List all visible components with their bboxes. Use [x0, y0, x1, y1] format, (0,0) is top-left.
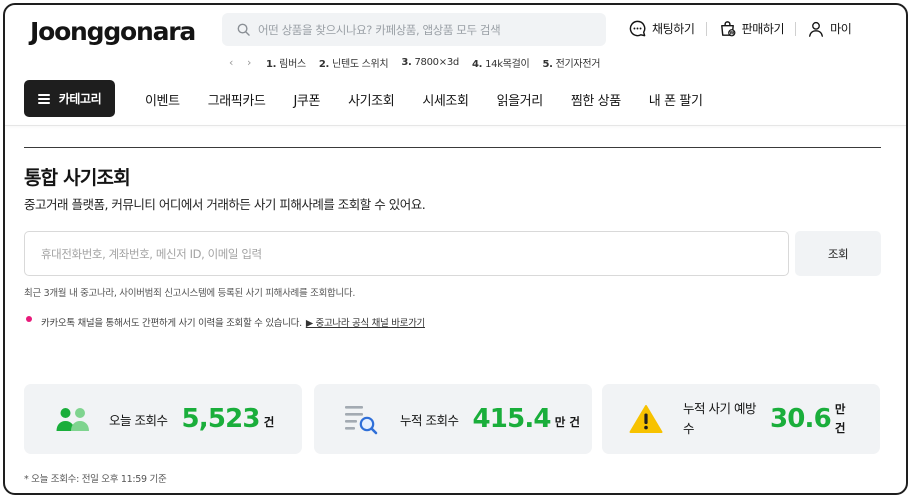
stat-value: 5,523	[181, 404, 260, 434]
stat-value: 30.6	[769, 404, 832, 434]
popular-keyword[interactable]: 5. 전기자전거	[542, 55, 600, 70]
keyword-rank: 1.	[266, 58, 277, 70]
stat-label: 누적 사기 예방 수	[683, 399, 756, 439]
stat-label: 누적 조회수	[400, 412, 459, 428]
stat-value: 415.4	[472, 404, 551, 434]
nav-item-price-check[interactable]: 시세조회	[422, 90, 469, 109]
user-icon	[809, 21, 824, 37]
header-actions: 채팅하기 ₩ 판매하기 마이	[628, 19, 852, 38]
stat-unit-line: 만	[834, 402, 846, 416]
stat-unit: 건	[263, 415, 275, 429]
page-subtitle: 중고거래 플랫폼, 커뮤니티 어디에서 거래하든 사기 피해사례를 조회할 수 …	[24, 197, 426, 212]
chat-icon	[629, 20, 646, 37]
main-nav: 이벤트 그래픽카드 J쿠폰 사기조회 시세조회 읽을거리 찜한 상품 내 폰 팔…	[145, 90, 731, 109]
kakao-channel-link[interactable]: ▶ 중고나라 공식 채널 바로가기	[306, 315, 425, 329]
my-label: 마이	[830, 22, 852, 36]
popular-keyword[interactable]: 2. 닌텐도 스위치	[318, 55, 389, 70]
logo[interactable]: Joonggonara	[30, 17, 196, 46]
nav-item-graphics-card[interactable]: 그래픽카드	[208, 90, 266, 109]
menu-icon	[37, 93, 50, 104]
keyword-rank: 4.	[471, 58, 483, 70]
stat-label: 오늘 조회수	[109, 412, 168, 428]
keyword-text: 전기자전거	[555, 58, 601, 70]
my-button[interactable]: 마이	[807, 20, 852, 38]
nav-item-fraud-check[interactable]: 사기조회	[348, 90, 395, 109]
kakao-dot-icon	[26, 316, 32, 322]
lookup-button[interactable]: 조회	[795, 231, 881, 276]
keyword-rank: 2.	[318, 58, 330, 70]
keyword-text: 14k목걸이	[485, 58, 530, 70]
nav-item-event[interactable]: 이벤트	[145, 90, 180, 109]
popular-keyword[interactable]: 4. 14k목걸이	[472, 55, 530, 70]
search-note: 최근 3개월 내 중고나라, 사이버범죄 신고시스템에 등록된 사기 피해사례를…	[24, 288, 356, 299]
stat-today-views: 오늘 조회수 5,523 건	[24, 384, 302, 454]
chat-label: 채팅하기	[652, 22, 695, 36]
stat-total-views: 누적 조회수 415.4 만 건	[314, 384, 592, 454]
divider	[705, 21, 707, 36]
keyword-rank: 3.	[401, 56, 412, 68]
category-button[interactable]: 카테고리	[24, 80, 115, 117]
stat-unit: 만 건	[554, 415, 580, 429]
keyword-text: 7800×3d	[414, 56, 460, 68]
nav-item-wishlist[interactable]: 찜한 상품	[571, 90, 621, 109]
svg-text:₩: ₩	[729, 30, 734, 36]
nav-divider	[5, 125, 906, 126]
chevron-left-icon[interactable]: ‹	[222, 53, 240, 71]
search-bar[interactable]: 어떤 상품을 찾으시나요? 카페상품, 앱상품 모두 검색	[222, 13, 606, 46]
page-title: 통합 사기조회	[24, 167, 131, 189]
search-icon	[237, 23, 250, 36]
nav-item-sell-phone[interactable]: 내 폰 팔기	[649, 90, 703, 109]
section-rule	[24, 147, 881, 148]
kakao-notice: 카카오톡 채널을 통해서도 간편하게 사기 이력을 조회할 수 있습니다. ▶ …	[26, 315, 425, 329]
nav-item-j-coupon[interactable]: J쿠폰	[294, 90, 321, 109]
stat-label-line: 누적 사기 예방	[683, 401, 756, 416]
kakao-text: 카카오톡 채널을 통해서도 간편하게 사기 이력을 조회할 수 있습니다.	[41, 318, 302, 329]
warning-icon	[629, 404, 663, 434]
app-window: Joonggonara 어떤 상품을 찾으시나요? 카페상품, 앱상품 모두 검…	[3, 3, 908, 495]
stat-unit-line: 건	[834, 421, 846, 435]
popular-keyword[interactable]: 3. 7800×3d	[401, 57, 459, 68]
sell-bag-icon: ₩	[720, 21, 735, 37]
divider	[795, 21, 797, 36]
keyword-text: 닌텐도 스위치	[332, 58, 389, 70]
sell-button[interactable]: ₩ 판매하기	[718, 19, 785, 38]
stat-unit: 만 건	[835, 400, 846, 438]
popular-keywords: ‹ › 1. 림버스 2. 닌텐도 스위치 3. 7800×3d 4. 14k목걸이 5…	[222, 53, 613, 71]
keyword-text: 림버스	[279, 58, 306, 70]
stat-fraud-prevented: 누적 사기 예방 수 30.6 만 건	[602, 384, 880, 454]
fraud-search-input[interactable]	[24, 231, 789, 276]
search-placeholder[interactable]: 어떤 상품을 찾으시나요? 카페상품, 앱상품 모두 검색	[258, 22, 501, 38]
chat-button[interactable]: 채팅하기	[628, 19, 695, 38]
footnote: * 오늘 조회수: 전일 오후 11:59 기준	[24, 474, 167, 485]
stat-label-line: 수	[683, 421, 695, 436]
popular-keyword[interactable]: 1. 림버스	[266, 55, 306, 70]
keyword-rank: 5.	[542, 58, 553, 70]
nav-item-reading[interactable]: 읽을거리	[497, 90, 544, 109]
users-icon	[50, 406, 95, 432]
sell-label: 판매하기	[741, 22, 785, 36]
chevron-right-icon[interactable]: ›	[240, 53, 258, 71]
list-search-icon	[341, 403, 381, 435]
category-label: 카테고리	[58, 92, 102, 106]
